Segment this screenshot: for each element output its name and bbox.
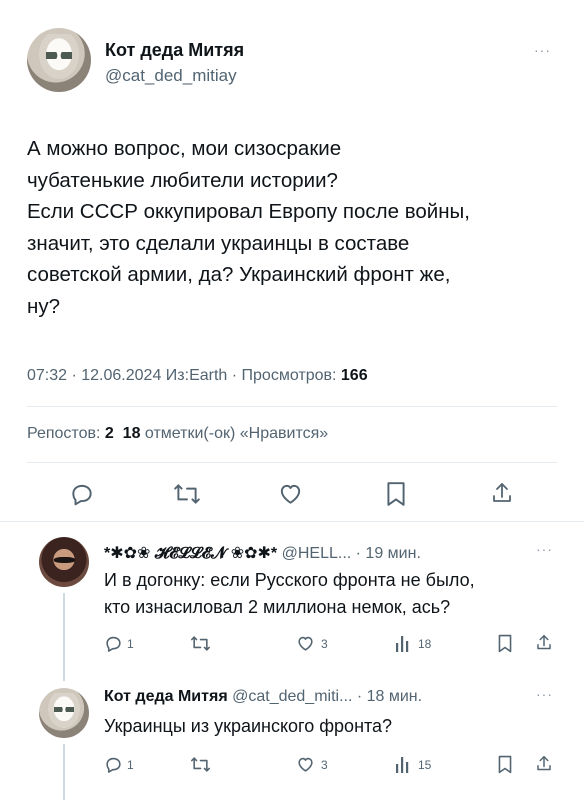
tweet-text-line: советской армии, да? Украинский фронт же… — [27, 263, 451, 286]
reply-avatar[interactable] — [39, 688, 89, 738]
reply-count: 1 — [127, 758, 134, 772]
reply-display-name[interactable]: Кот деда Митяя — [104, 688, 228, 705]
share-icon — [537, 756, 551, 771]
repost-button[interactable] — [173, 481, 201, 507]
author-avatar[interactable] — [27, 28, 91, 92]
share-button[interactable] — [535, 633, 553, 652]
reply-button[interactable] — [104, 634, 123, 653]
bookmark-icon — [387, 482, 405, 506]
repost-button[interactable] — [190, 755, 211, 774]
views-button[interactable] — [395, 755, 413, 774]
reply-avatar[interactable] — [39, 537, 89, 587]
reply-text: И в догонку: если Русского фронта не был… — [104, 567, 475, 621]
reposts-count[interactable]: 2 — [105, 425, 114, 442]
reply-button[interactable] — [104, 755, 123, 774]
reply-handle-time[interactable]: @cat_ded_miti... · 18 мин. — [232, 688, 422, 705]
reposts-label[interactable]: Репостов: — [27, 425, 105, 442]
author-handle[interactable]: @cat_ded_mitiay — [105, 66, 237, 86]
repost-button[interactable] — [190, 634, 211, 653]
repost-icon — [174, 484, 200, 504]
views-count: 166 — [340, 367, 368, 384]
likes-count[interactable]: 18 — [123, 425, 141, 442]
tweet-text-line: А можно вопрос, мои сизосракие — [27, 137, 342, 160]
more-options-icon[interactable]: ··· — [536, 541, 553, 557]
like-button[interactable] — [296, 755, 315, 774]
bookmark-button[interactable] — [385, 481, 407, 507]
repost-icon — [191, 636, 210, 651]
divider — [0, 521, 584, 522]
author-display-name[interactable]: Кот деда Митяя — [105, 40, 244, 61]
thread-line — [63, 744, 65, 800]
reply-button[interactable] — [69, 481, 95, 507]
views-icon — [396, 757, 409, 773]
like-button[interactable] — [296, 634, 315, 653]
tweet-text-line: ну? — [27, 294, 60, 318]
tweet-meta: 07:32 · 12.06.2024 Из:Earth · Просмотров… — [27, 367, 368, 385]
share-icon — [493, 483, 511, 502]
reply-icon — [106, 757, 121, 773]
views-count: 18 — [418, 637, 432, 651]
reply-header: *✱✿❀ 𝓗𝓔𝓛𝓛𝓔𝓝 ❀✿✱* @HELL... · 19 мин. — [104, 543, 421, 563]
reply-icon — [106, 636, 121, 652]
divider — [27, 462, 557, 463]
like-button[interactable] — [277, 481, 304, 507]
tweet-text: А можно вопрос, мои сизосракие чубатеньк… — [27, 133, 567, 322]
reply-text: Украинцы из украинского фронта? — [104, 713, 392, 740]
reply-handle-time[interactable]: @HELL... · 19 мин. — [282, 545, 421, 562]
bookmark-icon — [498, 755, 512, 774]
reply-header: Кот деда Митяя @cat_ded_miti... · 18 мин… — [104, 688, 422, 706]
reply-display-name[interactable]: *✱✿❀ 𝓗𝓔𝓛𝓛𝓔𝓝 ❀✿✱* — [104, 545, 277, 562]
repost-icon — [191, 757, 210, 772]
likes-label[interactable]: отметки(-ок) «Нравится» — [140, 425, 328, 442]
like-count: 3 — [321, 637, 328, 651]
bookmark-icon — [498, 634, 512, 653]
tweet-text-line: Если СССР оккупировал Европу после войны… — [27, 200, 470, 223]
reply-icon — [72, 484, 92, 506]
reply-text-line: Украинцы из украинского фронта? — [104, 716, 393, 736]
tweet-text-line: чубатенькие любители истории? — [27, 168, 338, 192]
divider — [27, 406, 557, 407]
thread-line — [63, 593, 65, 681]
reply-text-line: кто изнасиловал 2 миллиона немок, ась? — [104, 597, 451, 617]
views-icon — [396, 636, 409, 652]
like-icon — [298, 636, 313, 651]
share-button[interactable] — [490, 480, 514, 506]
like-icon — [280, 484, 301, 504]
reply-count: 1 — [127, 637, 134, 651]
like-count: 3 — [321, 758, 328, 772]
tweet-stats: Репостов: 2 18 отметки(-ок) «Нравится» — [27, 425, 328, 443]
bookmark-button[interactable] — [497, 755, 513, 774]
more-options-icon[interactable]: ··· — [534, 42, 551, 58]
reply-text-line: И в догонку: если Русского фронта не был… — [104, 570, 475, 590]
share-button[interactable] — [535, 754, 553, 773]
share-icon — [537, 635, 551, 650]
tweet-timestamp-source[interactable]: 07:32 · 12.06.2024 Из:Earth · Просмотров… — [27, 367, 341, 384]
bookmark-button[interactable] — [497, 634, 513, 653]
like-icon — [298, 757, 313, 772]
views-count: 15 — [418, 758, 432, 772]
more-options-icon[interactable]: ··· — [536, 686, 553, 702]
views-button[interactable] — [395, 634, 413, 653]
tweet-text-line: значит, это сделали украинцы в составе — [27, 231, 410, 255]
